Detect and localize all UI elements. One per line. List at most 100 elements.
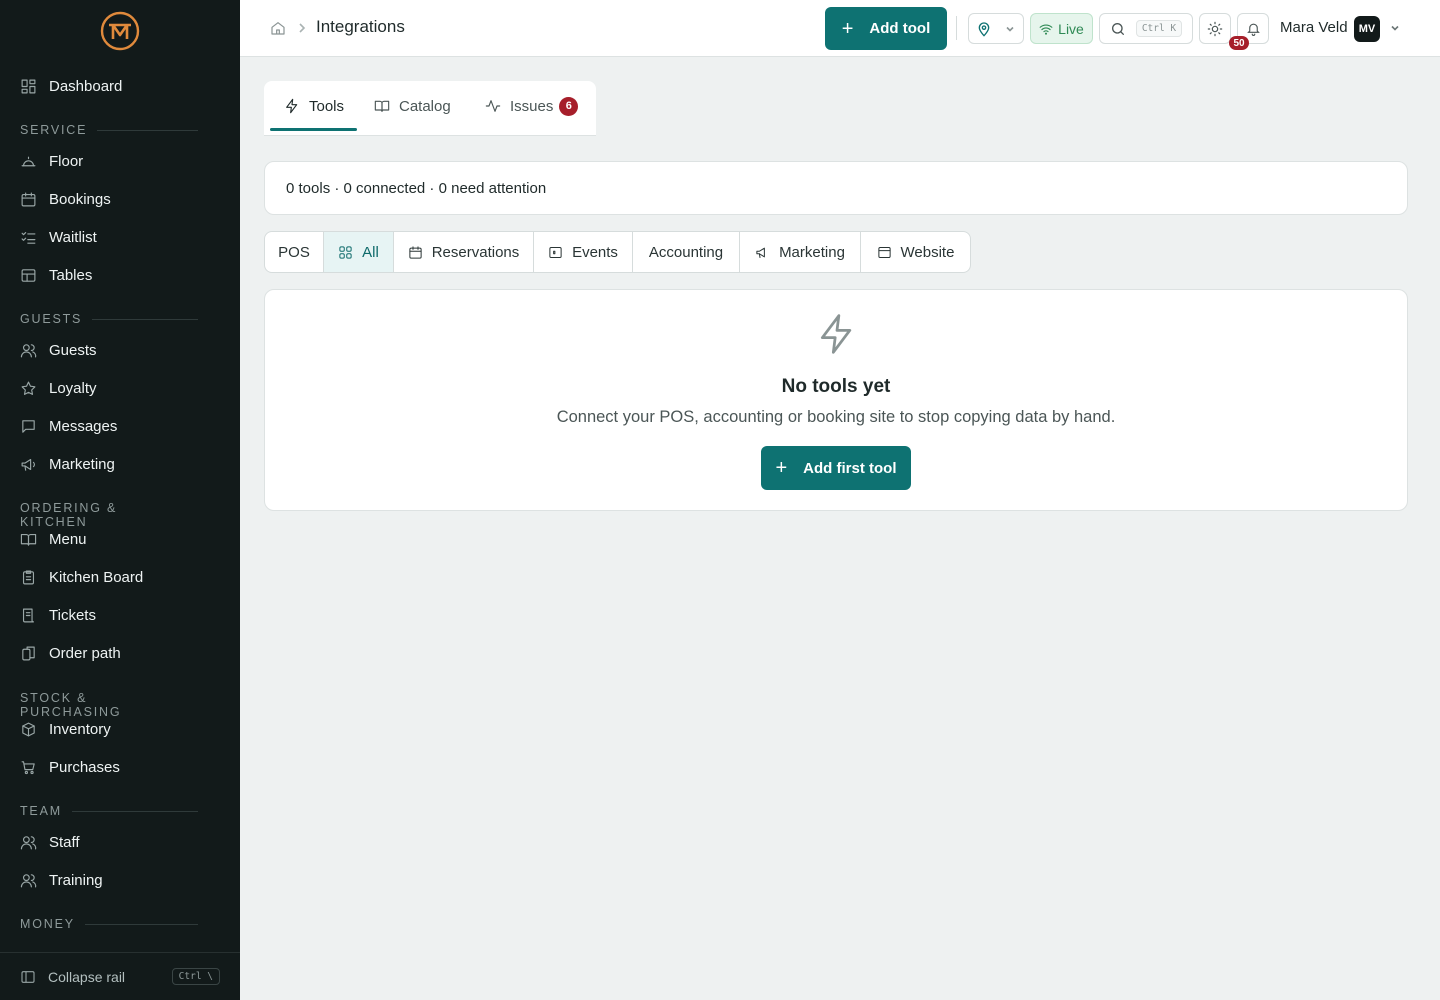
integrations-tabs: Tools Catalog Issues 6 [264, 81, 596, 136]
map-pin-icon [978, 21, 990, 37]
user-name[interactable]: Mara Veld [1280, 19, 1348, 36]
grid-icon [339, 245, 352, 259]
chevron-right-icon [299, 23, 306, 33]
sidebar-item-floor[interactable]: Floor [12, 145, 228, 177]
tab-label: Catalog [399, 97, 451, 115]
sidebar-item-loyalty[interactable]: Loyalty [12, 372, 228, 404]
add-first-tool-button[interactable]: + Add first tool [761, 446, 911, 490]
filter-reservations[interactable]: Reservations [393, 231, 534, 273]
sidebar-item-messages[interactable]: Messages [12, 410, 228, 442]
sidebar-item-label: Kitchen Board [49, 568, 144, 586]
tab-label: Tools [309, 97, 345, 115]
sidebar-item-bookings[interactable]: Bookings [12, 183, 228, 215]
sidebar-item-label: Marketing [49, 455, 115, 473]
filter-events[interactable]: Events [533, 231, 633, 273]
top-bar: Integrations + Add tool Live Ctrl K 50 M… [240, 0, 1440, 57]
sidebar: Dashboard SERVICE Floor Bookings Waitlis… [0, 0, 240, 1000]
cart-icon [21, 760, 35, 774]
sidebar-item-label: Dashboard [49, 77, 123, 95]
live-label: Live [1058, 20, 1084, 37]
theme-toggle-button[interactable] [1199, 13, 1231, 44]
active-tab-indicator [270, 128, 357, 131]
filter-marketing[interactable]: Marketing [739, 231, 861, 273]
section-money: MONEY [20, 917, 198, 931]
sidebar-item-guests[interactable]: Guests [12, 334, 228, 366]
sidebar-item-label: Staff [49, 833, 80, 851]
section-label: TEAM [20, 804, 62, 818]
page-title: Integrations [316, 17, 405, 36]
search-shortcut: Ctrl K [1135, 20, 1183, 37]
sidebar-item-tables[interactable]: Tables [12, 259, 228, 291]
divider [956, 16, 957, 40]
sidebar-item-dashboard[interactable]: Dashboard [12, 70, 228, 102]
home-icon[interactable] [270, 20, 286, 36]
location-selector[interactable] [968, 13, 1024, 44]
filter-all[interactable]: All [323, 231, 394, 273]
chevron-down-icon[interactable] [1389, 22, 1401, 34]
section-team: TEAM [20, 804, 198, 818]
notifications-count-badge: 50 [1229, 36, 1249, 50]
tools-empty-state: No tools yet Connect your POS, accountin… [264, 289, 1408, 511]
sidebar-item-label: Inventory [49, 720, 111, 738]
issues-count-badge: 6 [559, 96, 579, 116]
browser-icon [877, 246, 891, 258]
tab-catalog[interactable]: Catalog [374, 81, 451, 131]
bell-tray-icon [21, 156, 36, 166]
sidebar-item-purchases[interactable]: Purchases [12, 751, 228, 783]
users-icon [20, 873, 37, 887]
star-icon [21, 381, 36, 395]
clipboard-icon [22, 570, 35, 584]
calendar-icon [409, 245, 422, 259]
filter-label: Reservations [431, 243, 520, 261]
filter-label: POS [278, 243, 310, 261]
section-label: GUESTS [20, 312, 83, 326]
summary-text: 0 tools · 0 connected · 0 need attention [286, 179, 547, 197]
sidebar-item-label: Messages [49, 417, 118, 435]
megaphone-icon [756, 247, 765, 258]
filter-label: Events [572, 243, 618, 261]
sidebar-item-label: Menu [49, 530, 87, 548]
tab-tools[interactable]: Tools [284, 81, 344, 131]
empty-state-text: Connect your POS, accounting or booking … [556, 408, 1116, 426]
add-tool-button[interactable]: + Add tool [825, 7, 947, 50]
section-label: SERVICE [20, 123, 88, 137]
sidebar-item-menu[interactable]: Menu [12, 523, 228, 555]
wifi-icon [1039, 23, 1053, 35]
sidebar-item-label: Loyalty [49, 379, 97, 397]
sidebar-item-tickets[interactable]: Tickets [12, 599, 228, 631]
collapse-rail-button[interactable]: Collapse rail Ctrl \ [0, 952, 240, 1000]
sidebar-item-marketing[interactable]: Marketing [12, 448, 228, 480]
chevron-down-icon [1006, 26, 1014, 32]
sidebar-item-training[interactable]: Training [12, 864, 228, 896]
avatar[interactable]: MV [1354, 16, 1380, 42]
book-open-icon [374, 100, 390, 112]
filter-accounting[interactable]: Accounting [632, 231, 740, 273]
collapse-rail-label: Collapse rail [48, 968, 126, 985]
sidebar-item-waitlist[interactable]: Waitlist [12, 221, 228, 253]
filter-website[interactable]: Website [860, 231, 971, 273]
plus-icon: + [775, 457, 788, 479]
sidebar-item-staff[interactable]: Staff [12, 826, 228, 858]
sidebar-item-inventory[interactable]: Inventory [12, 713, 228, 745]
sidebar-item-label: Tables [49, 266, 93, 284]
filter-label: Accounting [648, 243, 724, 261]
sidebar-item-kitchen-board[interactable]: Kitchen Board [12, 561, 228, 593]
search-button[interactable]: Ctrl K [1099, 13, 1193, 44]
lightning-icon [286, 98, 298, 114]
filter-label: Marketing [779, 243, 845, 261]
sidebar-toggle-icon [21, 970, 35, 983]
sidebar-item-order-path[interactable]: Order path [12, 637, 228, 669]
sidebar-item-label: Waitlist [49, 228, 97, 246]
add-first-tool-label: Add first tool [803, 459, 897, 477]
sidebar-item-label: Floor [49, 152, 84, 170]
filter-label: All [362, 243, 379, 261]
plus-icon: + [841, 17, 854, 40]
sidebar-item-label: Purchases [49, 758, 120, 776]
brand-logo[interactable] [100, 11, 140, 51]
tools-summary: 0 tools · 0 connected · 0 need attention [264, 161, 1408, 215]
receipt-icon [22, 608, 35, 622]
ticket-icon [549, 246, 562, 258]
filter-pos[interactable]: POS [264, 231, 324, 273]
tab-issues[interactable]: Issues 6 [485, 81, 579, 131]
live-status-badge[interactable]: Live [1030, 13, 1093, 44]
